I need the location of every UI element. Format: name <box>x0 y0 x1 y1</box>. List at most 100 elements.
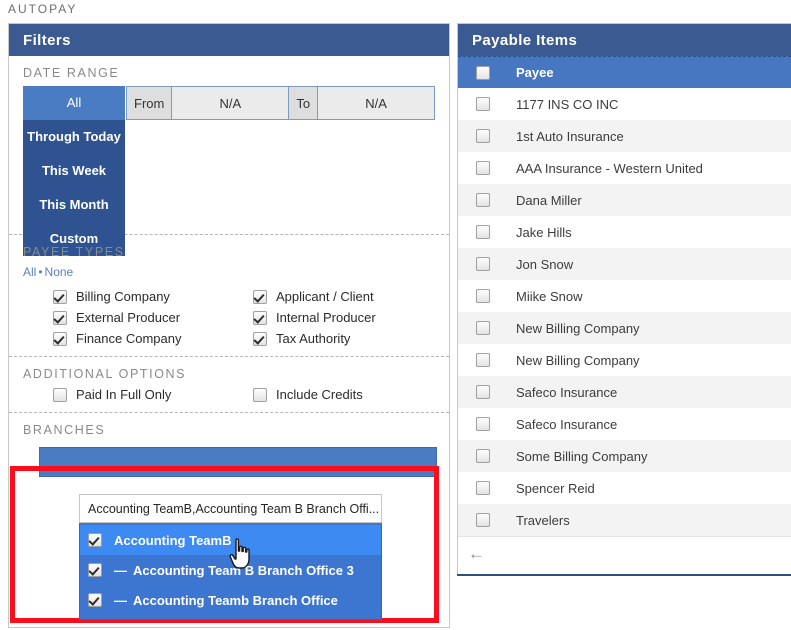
table-row[interactable]: Spencer Reid <box>458 472 791 504</box>
row-checkbox-cell[interactable] <box>458 129 516 143</box>
additional-options-section: ADDITIONAL OPTIONS Paid In Full Only Inc… <box>9 357 449 413</box>
branches-option-label: Accounting TeamB <box>114 532 232 548</box>
payee-name: Some Billing Company <box>516 448 648 464</box>
row-checkbox-cell[interactable] <box>458 513 516 527</box>
option-label: Paid In Full Only <box>76 387 172 402</box>
checkbox-icon[interactable] <box>88 593 102 607</box>
payee-types-all-link[interactable]: All <box>23 265 36 279</box>
row-checkbox-cell[interactable] <box>458 289 516 303</box>
date-range-title: DATE RANGE <box>23 66 120 80</box>
table-row[interactable]: Jake Hills <box>458 216 791 248</box>
checkbox-icon[interactable] <box>253 387 267 402</box>
table-row[interactable]: New Billing Company <box>458 344 791 376</box>
table-row[interactable]: Dana Miller <box>458 184 791 216</box>
checkbox-icon[interactable] <box>475 161 490 175</box>
date-range-buttons: All Through Today This Week This Month C… <box>23 86 125 256</box>
payee-type-label: Billing Company <box>76 289 170 304</box>
branches-option-accounting-teamb[interactable]: Accounting TeamB <box>80 525 381 555</box>
table-row[interactable]: Safeco Insurance <box>458 408 791 440</box>
payee-type-tax-authority[interactable]: Tax Authority <box>253 331 453 346</box>
row-checkbox-cell[interactable] <box>458 449 516 463</box>
payee-types-quick-links: All • None <box>23 265 435 279</box>
option-include-credits[interactable]: Include Credits <box>253 387 453 402</box>
indent-dash-icon: — <box>114 592 127 608</box>
date-range-button-this-month[interactable]: This Month <box>23 188 125 222</box>
page-title: AUTOPAY <box>8 2 78 16</box>
checkbox-icon[interactable] <box>475 193 490 207</box>
select-all-cell[interactable] <box>458 65 516 80</box>
branches-selected-input[interactable]: Accounting TeamB,Accounting Team B Branc… <box>79 494 382 523</box>
row-checkbox-cell[interactable] <box>458 481 516 495</box>
payee-type-label: Applicant / Client <box>276 289 374 304</box>
payee-type-billing-company[interactable]: Billing Company <box>53 289 253 304</box>
link-separator: • <box>38 265 43 279</box>
payee-types-title: PAYEE TYPES <box>23 245 125 259</box>
checkbox-icon[interactable] <box>53 331 67 346</box>
table-row[interactable]: Travelers <box>458 504 791 536</box>
date-range-button-all[interactable]: All <box>23 86 125 120</box>
table-row[interactable]: New Billing Company <box>458 312 791 344</box>
payee-name: 1st Auto Insurance <box>516 128 624 144</box>
checkbox-icon[interactable] <box>475 129 490 143</box>
checkbox-icon[interactable] <box>253 310 267 325</box>
checkbox-icon[interactable] <box>475 513 490 527</box>
checkbox-icon[interactable] <box>475 225 490 239</box>
checkbox-icon[interactable] <box>475 321 490 335</box>
to-date-input[interactable]: N/A <box>318 87 435 119</box>
payee-type-label: External Producer <box>76 310 181 325</box>
row-checkbox-cell[interactable] <box>458 385 516 399</box>
row-checkbox-cell[interactable] <box>458 97 516 111</box>
checkbox-icon[interactable] <box>475 417 490 431</box>
back-arrow-icon[interactable]: ← <box>468 545 485 562</box>
payee-type-external-producer[interactable]: External Producer <box>53 310 253 325</box>
payee-type-applicant-client[interactable]: Applicant / Client <box>253 289 453 304</box>
checkbox-icon[interactable] <box>253 289 267 304</box>
checkbox-icon[interactable] <box>475 65 490 80</box>
row-checkbox-cell[interactable] <box>458 353 516 367</box>
checkbox-icon[interactable] <box>53 310 67 325</box>
table-row[interactable]: Safeco Insurance <box>458 376 791 408</box>
row-checkbox-cell[interactable] <box>458 193 516 207</box>
checkbox-icon[interactable] <box>475 385 490 399</box>
payee-types-section: PAYEE TYPES All • None Billing Company App… <box>9 235 449 357</box>
payee-type-label: Internal Producer <box>276 310 376 325</box>
row-checkbox-cell[interactable] <box>458 321 516 335</box>
date-range-button-this-week[interactable]: This Week <box>23 154 125 188</box>
table-row[interactable]: 1177 INS CO INC <box>458 88 791 120</box>
checkbox-icon[interactable] <box>53 289 67 304</box>
from-date-input[interactable]: N/A <box>172 87 290 119</box>
checkbox-icon[interactable] <box>475 449 490 463</box>
row-checkbox-cell[interactable] <box>458 257 516 271</box>
filters-panel-header: Filters <box>9 24 449 56</box>
payee-name: AAA Insurance - Western United <box>516 160 703 176</box>
table-row[interactable]: Jon Snow <box>458 248 791 280</box>
row-checkbox-cell[interactable] <box>458 161 516 175</box>
table-row[interactable]: AAA Insurance - Western United <box>458 152 791 184</box>
branches-option-accounting-teamb-branch-office[interactable]: — Accounting Teamb Branch Office <box>80 585 381 615</box>
option-paid-in-full-only[interactable]: Paid In Full Only <box>53 387 253 402</box>
date-range-button-through-today[interactable]: Through Today <box>23 120 125 154</box>
payee-column-header[interactable]: Payee <box>516 65 791 80</box>
table-row[interactable]: Miike Snow <box>458 280 791 312</box>
checkbox-icon[interactable] <box>253 331 267 346</box>
row-checkbox-cell[interactable] <box>458 417 516 431</box>
checkbox-icon[interactable] <box>88 563 102 577</box>
checkbox-icon[interactable] <box>475 353 490 367</box>
checkbox-icon[interactable] <box>475 289 490 303</box>
table-row[interactable]: 1st Auto Insurance <box>458 120 791 152</box>
branches-section: BRANCHES <box>9 413 449 477</box>
payee-type-finance-company[interactable]: Finance Company <box>53 331 253 346</box>
checkbox-icon[interactable] <box>88 533 102 547</box>
to-label: To <box>289 87 319 119</box>
branches-apply-button[interactable] <box>39 447 437 477</box>
payee-type-internal-producer[interactable]: Internal Producer <box>253 310 453 325</box>
checkbox-icon[interactable] <box>475 97 490 111</box>
checkbox-icon[interactable] <box>475 257 490 271</box>
checkbox-icon[interactable] <box>53 387 67 402</box>
row-checkbox-cell[interactable] <box>458 225 516 239</box>
table-row[interactable]: Some Billing Company <box>458 440 791 472</box>
branches-option-accounting-team-b-branch-office-3[interactable]: — Accounting Team B Branch Office 3 <box>80 555 381 585</box>
checkbox-icon[interactable] <box>475 481 490 495</box>
payee-types-none-link[interactable]: None <box>45 265 74 279</box>
payee-name: New Billing Company <box>516 352 640 368</box>
